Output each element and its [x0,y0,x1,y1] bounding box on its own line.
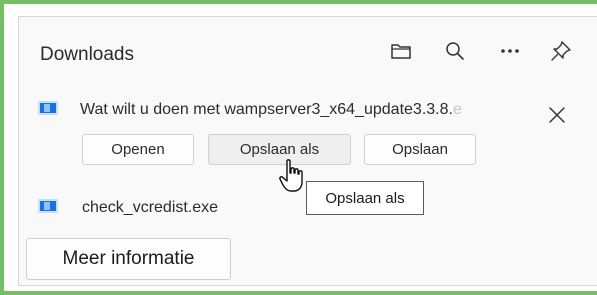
pin-icon[interactable] [546,36,576,66]
prompt-text-fade: e [452,101,462,118]
close-icon[interactable] [544,102,570,128]
prompt-text-visible: Wat wilt u doen met wampserver3_x64_upda… [80,101,453,118]
more-options-icon[interactable] [495,36,525,66]
save-button[interactable]: Opslaan [364,134,476,165]
download-prompt-text: Wat wilt u doen met wampserver3_x64_upda… [80,101,538,119]
more-info-button[interactable]: Meer informatie [26,238,231,280]
search-icon[interactable] [440,36,470,66]
hand-cursor-icon [278,158,308,194]
download-filename[interactable]: check_vcredist.exe [82,199,218,217]
tooltip: Opslaan als [306,181,424,215]
panel-title: Downloads [40,44,134,65]
file-icon [38,101,58,115]
folder-icon[interactable] [386,36,416,66]
file-icon [38,199,58,213]
open-button[interactable]: Openen [82,134,194,165]
